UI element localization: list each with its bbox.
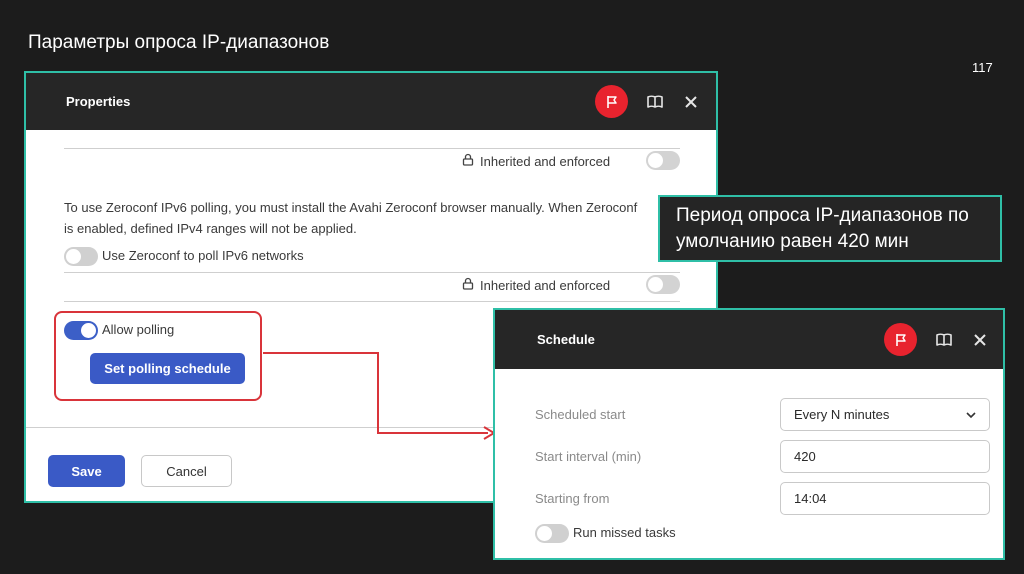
start-interval-label: Start interval (min) [535,449,642,464]
start-interval-input[interactable]: 420 [780,440,990,473]
book-icon[interactable] [935,331,953,349]
scheduled-start-select[interactable]: Every N minutes [780,398,990,431]
scheduled-start-value: Every N minutes [794,407,890,422]
callout: Период опроса IP-диапазонов по умолчанию… [658,195,1002,262]
schedule-header: Schedule [495,310,1003,369]
scheduled-start-label: Scheduled start [535,407,626,422]
starting-from-input[interactable]: 14:04 [780,482,990,515]
run-missed-tasks-toggle[interactable] [535,524,569,543]
schedule-dialog: Schedule Scheduled start Every N minutes… [493,308,1005,560]
schedule-title: Schedule [537,332,595,347]
starting-from-value: 14:04 [794,491,827,506]
close-icon[interactable] [971,331,989,349]
chevron-down-icon [965,409,977,424]
start-interval-value: 420 [794,449,816,464]
starting-from-label: Starting from [535,491,610,506]
flag-icon[interactable] [884,323,917,356]
run-missed-tasks-label: Run missed tasks [573,525,676,540]
